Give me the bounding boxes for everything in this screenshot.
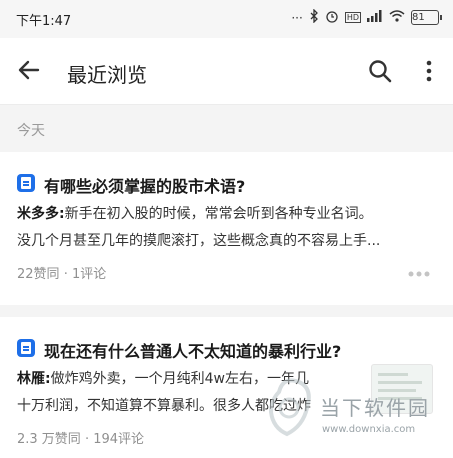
watermark-text: 当下软件园	[320, 396, 430, 420]
question-title[interactable]: 现在还有什么普通人不太知道的暴利行业?	[44, 338, 341, 362]
question-title[interactable]: 有哪些必须掌握的股市术语?	[44, 173, 245, 197]
meta-separator: ·	[63, 267, 68, 282]
item-meta: 2.3 万赞同 · 194评论	[17, 428, 144, 447]
more-dots-icon: ···	[291, 10, 303, 25]
status-icons: ··· HD 81	[291, 8, 442, 26]
meta-separator: ·	[84, 432, 90, 447]
signal-icon	[367, 10, 383, 25]
answer-author: 林雁:	[17, 371, 51, 387]
likes-count: 2.3 万赞同	[17, 432, 81, 447]
status-bar: 下午1:47 ··· HD 81	[0, 0, 453, 38]
alarm-icon	[325, 9, 339, 26]
overflow-menu-icon[interactable]	[421, 59, 437, 83]
search-icon[interactable]	[367, 58, 393, 84]
section-header-today: 今天	[0, 105, 453, 152]
app-bar: 最近浏览	[0, 38, 453, 105]
bluetooth-icon	[309, 8, 319, 26]
hd-icon: HD	[344, 12, 361, 23]
wifi-icon	[389, 10, 405, 25]
battery-icon: 81	[411, 10, 442, 25]
page-title: 最近浏览	[67, 63, 147, 87]
comments-count: 194评论	[93, 432, 145, 447]
item-more-icon[interactable]	[407, 270, 431, 278]
item-meta: 22赞同 · 1评论	[17, 263, 106, 282]
comments-count: 1评论	[71, 267, 107, 282]
back-arrow-icon[interactable]	[16, 57, 42, 83]
answer-line: 没几个月甚至几年的摸爬滚打，这些概念真的不容易上手...	[17, 233, 381, 249]
question-icon	[17, 339, 35, 357]
card-divider	[0, 305, 453, 317]
section-label: 今天	[17, 123, 45, 139]
answer-excerpt[interactable]: 米多多:新手在初入股的时候，常常会听到各种专业名词。 没几个月甚至几年的摸爬滚打…	[17, 201, 436, 255]
history-item[interactable]: 有哪些必须掌握的股市术语? 米多多:新手在初入股的时候，常常会听到各种专业名词。…	[0, 152, 453, 305]
answer-line: 新手在初入股的时候，常常会听到各种专业名词。	[64, 206, 373, 222]
question-icon	[17, 174, 35, 192]
status-time: 下午1:47	[16, 14, 72, 29]
likes-count: 22赞同	[17, 267, 60, 282]
answer-author: 米多多:	[17, 206, 65, 222]
watermark-url: www.downxia.com	[322, 424, 416, 435]
